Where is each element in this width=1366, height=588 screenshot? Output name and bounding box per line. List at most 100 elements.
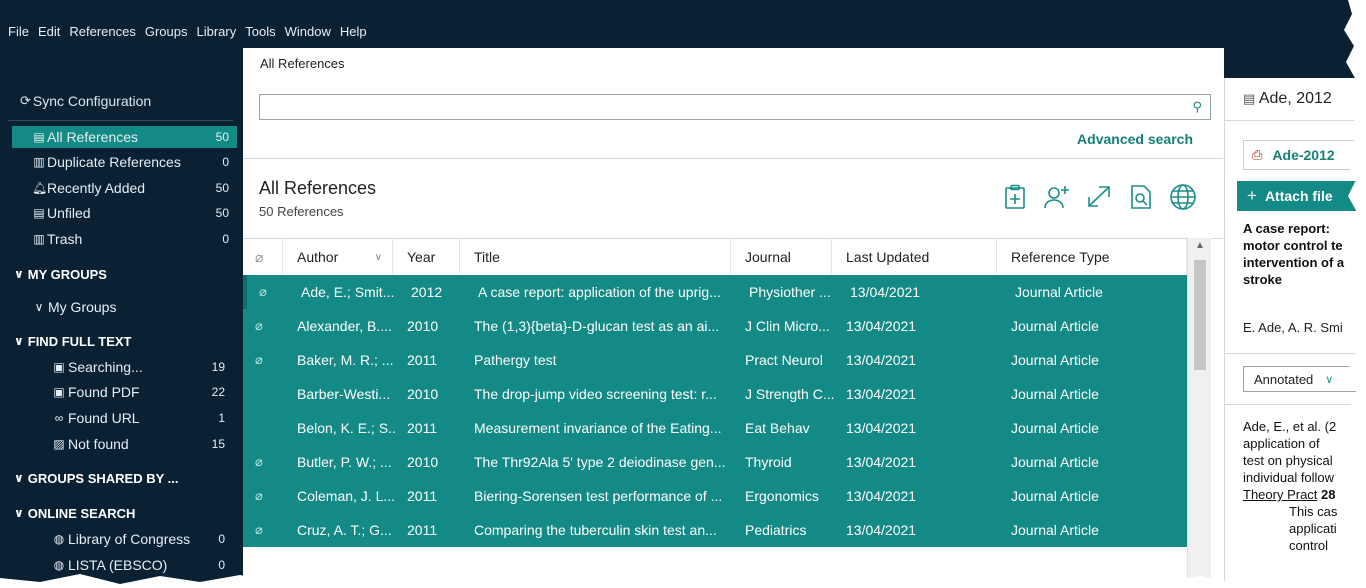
sidebar-item-not-found[interactable]: ▨ Not found 15 [12, 433, 237, 455]
share-user-icon[interactable] [1041, 182, 1073, 212]
menu-window[interactable]: Window [285, 24, 331, 40]
sidebar-item-count: 50 [215, 181, 229, 195]
column-header-reference-type[interactable]: Reference Type [997, 239, 1187, 275]
column-header-last-updated[interactable]: Last Updated [832, 239, 997, 275]
menu-references[interactable]: References [69, 24, 135, 40]
cell-year: 2010 [407, 454, 439, 470]
plus-icon: + [1247, 186, 1257, 205]
menu-edit[interactable]: Edit [38, 24, 60, 40]
cell-journal: Physiother ... [749, 284, 831, 300]
sidebar-item-all-references[interactable]: ▤ All References 50 [12, 126, 237, 148]
sidebar-item-count: 50 [215, 130, 229, 144]
cell-title: Pathergy test [474, 352, 557, 368]
sidebar-item-label: Unfiled [47, 205, 91, 221]
cell-journal: Pediatrics [745, 522, 807, 538]
cell-year: 2011 [407, 522, 438, 538]
table-row[interactable]: ⌀ Cruz, A. T.; G... 2011 Comparing the tube… [243, 513, 1187, 547]
menu-library[interactable]: Library [196, 24, 236, 40]
list-scrollbar[interactable]: ▲ [1187, 238, 1211, 588]
sidebar-item-label: Duplicate References [47, 154, 181, 170]
clipboard-icon: ▤ [1243, 91, 1256, 106]
paperclip-icon: ⌀ [255, 488, 263, 503]
group-header-my-groups[interactable]: ∨ MY GROUPS [14, 263, 107, 285]
citation-line: Theory Pract 28 [1243, 486, 1366, 503]
sidebar-item-lista-ebsco[interactable]: ◍ LISTA (EBSCO) 0 [12, 554, 237, 576]
title-line: A case report: [1243, 221, 1330, 236]
menu-help[interactable]: Help [340, 24, 367, 40]
attach-file-button[interactable]: + Attach file [1237, 181, 1366, 211]
cell-journal: Ergonomics [745, 488, 819, 504]
cell-year: 2010 [407, 386, 439, 402]
menu-groups[interactable]: Groups [145, 24, 188, 40]
chevron-down-icon: ∨ [14, 471, 24, 485]
tab-all-references[interactable]: All References [244, 48, 484, 78]
reference-table: ⌀ Ade, E.; Smit... 2012 A case report: appl… [243, 275, 1187, 588]
table-row[interactable]: ⌀ Baker, M. R.; ... 2011 Pathergy test Pract… [243, 343, 1187, 377]
cell-author: Coleman, J. L... [297, 488, 396, 504]
menu-file[interactable]: File [8, 24, 29, 40]
sidebar-divider [8, 120, 233, 121]
table-row[interactable]: ⌀ Ade, E.; Smit... 2012 A case report: appl… [243, 275, 1187, 309]
chevron-down-icon: ∨ [14, 267, 24, 281]
paperclip-icon: ⌀ [255, 352, 263, 367]
column-header-year[interactable]: Year [393, 239, 460, 275]
table-row[interactable]: ⌀ Butler, P. W.; ... 2010 The Thr92Ala 5' t… [243, 445, 1187, 479]
group-header-find-full-text[interactable]: ∨ FIND FULL TEXT [14, 330, 132, 352]
search-icon[interactable]: ⚲ [1192, 99, 1202, 115]
sidebar-item-duplicate-references[interactable]: ▥ Duplicate References 0 [12, 151, 237, 173]
chevron-down-icon: ∨ [14, 506, 24, 520]
search-input[interactable]: ⚲ [259, 94, 1211, 120]
scroll-up-icon[interactable]: ▲ [1188, 240, 1212, 254]
citation-line: individual follow [1243, 470, 1335, 485]
sidebar-item-unfiled[interactable]: ▤ Unfiled 50 [12, 202, 237, 224]
sidebar-item-label: All References [47, 129, 139, 145]
find-pdf-icon[interactable] [1125, 182, 1157, 212]
pdf-attachment[interactable]: ⎙ Ade-2012 [1243, 140, 1366, 170]
sync-configuration-button[interactable]: ⟳ Sync Configuration [0, 88, 243, 114]
column-header-journal[interactable]: Journal [731, 239, 832, 275]
cell-last-updated: 13/04/2021 [846, 522, 917, 538]
column-header-title[interactable]: Title [460, 239, 731, 275]
citation-line: applicati [1289, 521, 1337, 536]
cell-last-updated: 13/04/2021 [846, 386, 917, 402]
scroll-thumb[interactable] [1194, 260, 1206, 370]
cell-author: Barber-Westi... [297, 386, 391, 402]
cell-journal: Eat Behav [745, 420, 810, 436]
table-row[interactable]: ⌀ Alexander, B.... 2010 The (1,3){beta}-D-g… [243, 309, 1187, 343]
table-row[interactable]: Barber-Westi... 2010 The drop-jump video s… [243, 377, 1187, 411]
sidebar-item-my-groups[interactable]: ∨ My Groups [12, 296, 237, 318]
sidebar-item-count: 0 [218, 532, 225, 546]
cell-last-updated: 13/04/2021 [846, 318, 917, 334]
output-style-select[interactable]: Annotated ∨ [1243, 366, 1366, 392]
table-row[interactable]: Belon, K. E.; S... 2011 Measurement invari… [243, 411, 1187, 445]
sidebar-item-found-pdf[interactable]: ▣ Found PDF 22 [12, 381, 237, 403]
group-header-online-search[interactable]: ∨ ONLINE SEARCH [14, 502, 135, 524]
group-header-groups-shared[interactable]: ∨ GROUPS SHARED BY ... [14, 467, 178, 489]
sidebar-item-found-url[interactable]: ∞ Found URL 1 [12, 407, 237, 429]
sidebar-item-searching[interactable]: ▣ Searching... 19 [12, 356, 237, 378]
menu-tools[interactable]: Tools [245, 24, 275, 40]
cell-last-updated: 13/04/2021 [850, 284, 921, 300]
paperclip-icon: ⌀ [259, 284, 267, 299]
sync-label: Sync Configuration [32, 93, 152, 109]
new-reference-icon[interactable] [999, 182, 1031, 212]
advanced-search-link[interactable]: Advanced search [1077, 131, 1193, 147]
reference-detail-panel: ▤ Ade, 2012 ⎙ Ade-2012 + Attach file A c… [1224, 78, 1366, 588]
cell-title: The Thr92Ala 5' type 2 deiodinase gen... [474, 454, 726, 470]
cell-author: Cruz, A. T.; G... [297, 522, 392, 538]
sidebar-item-library-of-congress[interactable]: ◍ Library of Congress 0 [12, 528, 237, 550]
attachment-column-icon[interactable]: ⌀ [243, 239, 283, 275]
online-search-globe-icon[interactable] [1167, 182, 1199, 212]
export-arrow-icon[interactable] [1083, 182, 1115, 212]
style-select-value: Annotated [1254, 371, 1314, 387]
column-header-author[interactable]: Author ∨ [283, 239, 393, 275]
group-header-label: GROUPS SHARED BY ... [27, 470, 179, 486]
paperclip-icon: ⌀ [255, 454, 263, 469]
sidebar-item-recently-added[interactable]: 🔔︎ Recently Added 50 [12, 177, 237, 199]
journal-link[interactable]: Theory Pract [1243, 487, 1317, 502]
cell-year: 2010 [407, 318, 439, 334]
cell-year: 2012 [411, 284, 443, 300]
table-row[interactable]: ⌀ Coleman, J. L... 2011 Biering-Sorensen te… [243, 479, 1187, 513]
sidebar-item-trash[interactable]: ▥ Trash 0 [12, 228, 237, 250]
divider [1225, 353, 1366, 354]
